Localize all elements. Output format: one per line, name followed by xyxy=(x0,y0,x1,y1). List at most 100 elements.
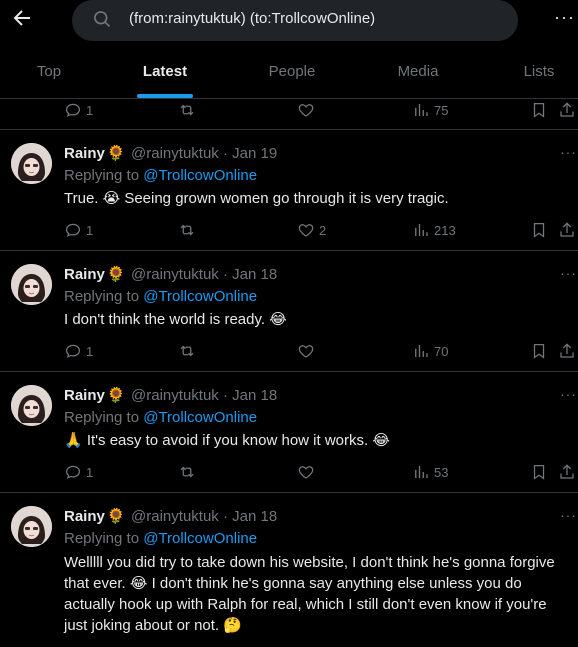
bookmark-button[interactable] xyxy=(530,340,548,362)
more-options-icon[interactable]: ··· xyxy=(554,7,575,28)
tweet-partial[interactable]: 1 75 xyxy=(0,99,578,130)
bookmark-button[interactable] xyxy=(530,99,548,121)
share-button[interactable] xyxy=(558,99,576,121)
views-icon xyxy=(415,104,428,116)
tweet-more-icon[interactable]: ··· xyxy=(560,265,577,281)
like-button[interactable] xyxy=(297,99,319,121)
back-arrow-icon xyxy=(13,10,30,26)
retweet-button[interactable] xyxy=(178,340,196,362)
retweet-button[interactable] xyxy=(178,461,196,483)
like-button[interactable] xyxy=(297,340,319,362)
avatar-image xyxy=(11,264,52,305)
reply-button[interactable]: 1 xyxy=(64,99,93,121)
mention-link[interactable]: @TrollcowOnline xyxy=(143,288,257,305)
tweet-date[interactable]: Jan 18 xyxy=(232,266,277,283)
tweet-date[interactable]: Jan 18 xyxy=(232,387,277,404)
bookmark-icon xyxy=(533,102,545,118)
tab-media[interactable]: Media xyxy=(368,50,468,98)
tweet-header: Rainy 🌻 @rainytuktuk · Jan 19 xyxy=(64,145,278,162)
avatar[interactable] xyxy=(11,264,52,305)
replying-to: Replying to @TrollcowOnline xyxy=(64,409,258,426)
tab-people[interactable]: People xyxy=(238,50,346,98)
tweet-more-icon[interactable]: ··· xyxy=(560,507,577,523)
views-button[interactable]: 70 xyxy=(412,340,448,362)
search-input[interactable]: (from:rainytuktuk) (to:TrollcowOnline) xyxy=(129,10,375,27)
views-button[interactable]: 213 xyxy=(412,219,456,241)
user-handle[interactable]: @rainytuktuk xyxy=(131,387,219,404)
tweet-date[interactable]: Jan 19 xyxy=(232,145,277,162)
reply-icon xyxy=(65,223,81,237)
tweet-text: True. 😭 Seeing grown women go through it… xyxy=(64,190,449,207)
user-handle[interactable]: @rainytuktuk xyxy=(131,145,219,162)
tweet[interactable]: Rainy 🌻 @rainytuktuk · Jan 18 ··· Replyin… xyxy=(0,493,578,647)
retweet-icon xyxy=(180,224,194,236)
tab-lists[interactable]: Lists xyxy=(500,50,578,98)
display-name[interactable]: Rainy xyxy=(64,266,105,283)
reply-button[interactable]: 1 xyxy=(64,461,93,483)
display-name[interactable]: Rainy xyxy=(64,145,105,162)
tweet[interactable]: Rainy 🌻 @rainytuktuk · Jan 18 ··· Replyin… xyxy=(0,251,578,372)
bookmark-button[interactable] xyxy=(530,461,548,483)
avatar-image xyxy=(11,143,52,184)
share-icon xyxy=(560,102,574,117)
tweet-more-icon[interactable]: ··· xyxy=(560,386,577,402)
bookmark-icon xyxy=(533,464,545,480)
reply-button[interactable]: 1 xyxy=(64,340,93,362)
tweet-header: Rainy 🌻 @rainytuktuk · Jan 18 xyxy=(64,266,278,283)
sunflower-icon: 🌻 xyxy=(106,387,126,404)
reply-icon xyxy=(65,465,81,479)
tweet[interactable]: Rainy 🌻 @rainytuktuk · Jan 19 ··· Replyin… xyxy=(0,130,578,251)
tweet-text: 🙏 It's easy to avoid if you know how it … xyxy=(64,432,390,449)
back-button[interactable] xyxy=(10,6,34,30)
heart-icon xyxy=(298,224,314,237)
display-name[interactable]: Rainy xyxy=(64,508,105,525)
avatar-image xyxy=(11,506,52,547)
sunflower-icon: 🌻 xyxy=(106,266,126,283)
avatar[interactable] xyxy=(11,506,52,547)
replying-to: Replying to @TrollcowOnline xyxy=(64,167,258,184)
retweet-icon xyxy=(180,104,194,116)
tab-latest[interactable]: Latest xyxy=(115,50,215,98)
replying-to: Replying to @TrollcowOnline xyxy=(64,530,258,547)
mention-link[interactable]: @TrollcowOnline xyxy=(143,530,257,547)
avatar[interactable] xyxy=(11,143,52,184)
mention-link[interactable]: @TrollcowOnline xyxy=(143,409,257,426)
reply-button[interactable]: 1 xyxy=(64,219,93,241)
reply-icon xyxy=(65,103,81,117)
sunflower-icon: 🌻 xyxy=(106,145,126,162)
views-icon xyxy=(415,224,428,236)
heart-icon xyxy=(298,466,314,479)
search-bar[interactable]: (from:rainytuktuk) (to:TrollcowOnline) xyxy=(72,0,518,41)
share-button[interactable] xyxy=(558,340,576,362)
display-name[interactable]: Rainy xyxy=(64,387,105,404)
share-button[interactable] xyxy=(558,219,576,241)
replying-to: Replying to @TrollcowOnline xyxy=(64,288,258,305)
share-icon xyxy=(560,222,574,237)
bookmark-button[interactable] xyxy=(530,219,548,241)
tweet-more-icon[interactable]: ··· xyxy=(560,144,577,160)
reply-icon xyxy=(65,344,81,358)
user-handle[interactable]: @rainytuktuk xyxy=(131,266,219,283)
search-tabs: Top Latest People Media Lists xyxy=(0,50,578,98)
mention-link[interactable]: @TrollcowOnline xyxy=(143,167,257,184)
views-button[interactable]: 53 xyxy=(412,461,448,483)
tab-top[interactable]: Top xyxy=(0,50,98,98)
avatar-image xyxy=(11,385,52,426)
top-bar: (from:rainytuktuk) (to:TrollcowOnline) ·… xyxy=(0,0,578,99)
avatar[interactable] xyxy=(11,385,52,426)
views-icon xyxy=(415,345,428,357)
share-button[interactable] xyxy=(558,461,576,483)
tweet[interactable]: Rainy 🌻 @rainytuktuk · Jan 18 ··· Replyin… xyxy=(0,372,578,493)
views-button[interactable]: 75 xyxy=(412,99,448,121)
views-icon xyxy=(415,466,428,478)
user-handle[interactable]: @rainytuktuk xyxy=(131,508,219,525)
retweet-icon xyxy=(180,466,194,478)
retweet-button[interactable] xyxy=(178,99,196,121)
tweet-header: Rainy 🌻 @rainytuktuk · Jan 18 xyxy=(64,508,278,525)
heart-icon xyxy=(298,104,314,117)
retweet-button[interactable] xyxy=(178,219,196,241)
like-button[interactable] xyxy=(297,461,319,483)
like-button[interactable]: 2 xyxy=(297,219,326,241)
tweet-actions: 1 70 xyxy=(0,340,578,362)
tweet-date[interactable]: Jan 18 xyxy=(232,508,277,525)
